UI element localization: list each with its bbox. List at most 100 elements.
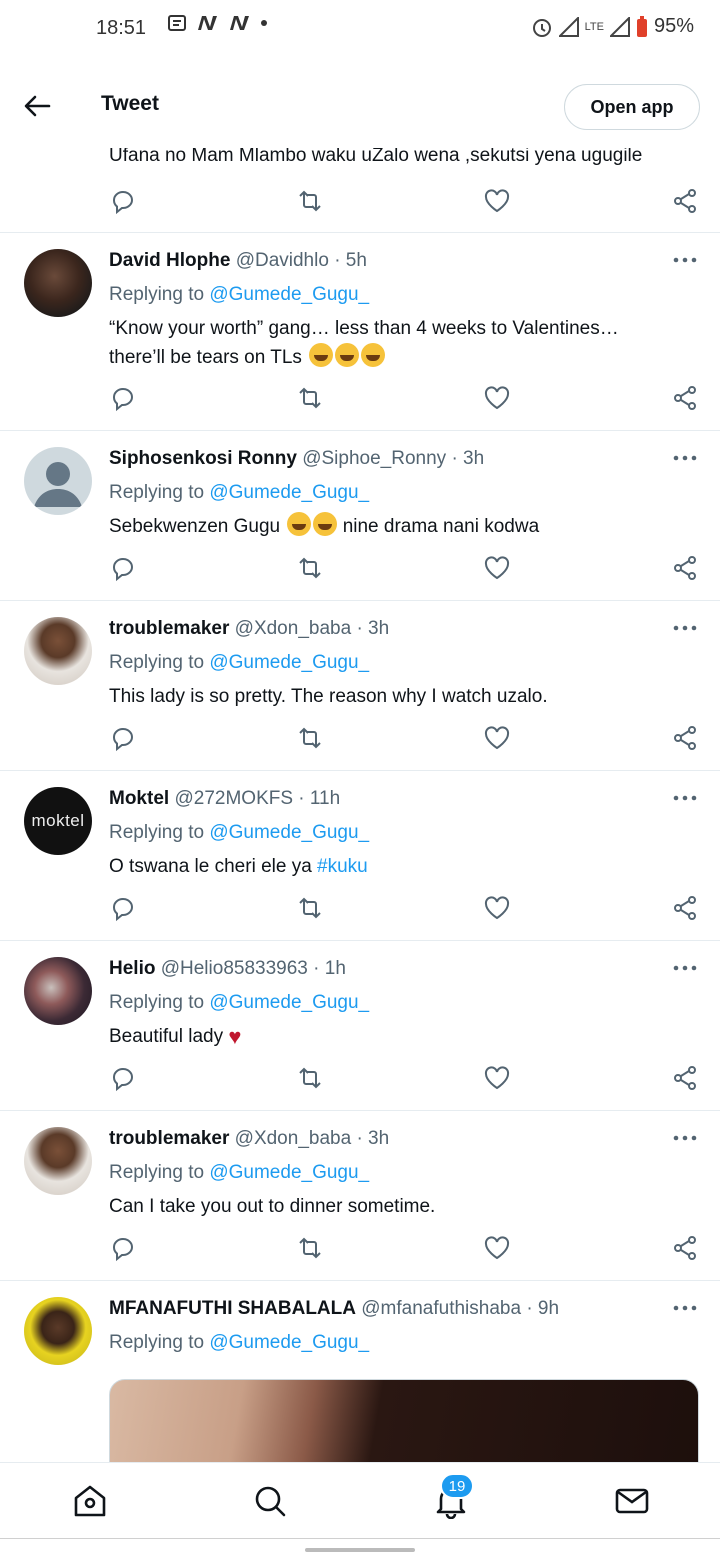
tweet-item[interactable]: MFANAFUTHI SHABALALA @mfanafuthishaba · … [0, 1281, 720, 1462]
tweet-header: troublemaker @Xdon_baba · 3h [109, 618, 669, 640]
retweet-icon[interactable] [296, 724, 324, 752]
avatar[interactable] [24, 957, 92, 1025]
display-name[interactable]: Moktel [109, 788, 169, 809]
partial-tweet[interactable]: Ufana no Mam Mlambo waku uZalo wena ,sek… [0, 135, 720, 233]
notifications-badge: 19 [440, 1473, 474, 1499]
tweet-item[interactable]: troublemaker @Xdon_baba · 3h Replying to… [0, 601, 720, 771]
retweet-icon[interactable] [296, 1064, 324, 1092]
hashtag-link[interactable]: #kuku [317, 856, 368, 877]
tweet-item[interactable]: Helio @Helio85833963 · 1h Replying to @G… [0, 941, 720, 1111]
like-icon[interactable] [483, 724, 511, 752]
user-handle[interactable]: @Davidhlo [236, 250, 329, 271]
user-handle[interactable]: @Helio85833963 [161, 958, 308, 979]
retweet-icon[interactable] [296, 187, 324, 215]
tweet-text: This lady is so pretty. The reason why I… [109, 686, 548, 707]
tweet-item[interactable]: Siphosenkosi Ronny @Siphoe_Ronny · 3h Re… [0, 431, 720, 601]
tweet-item[interactable]: troublemaker @Xdon_baba · 3h Replying to… [0, 1111, 720, 1281]
more-icon[interactable] [672, 453, 698, 463]
reply-icon[interactable] [109, 1234, 137, 1262]
like-icon[interactable] [483, 554, 511, 582]
tweet-item[interactable]: David Hlophe @Davidhlo · 5h Replying to … [0, 233, 720, 431]
retweet-icon[interactable] [296, 894, 324, 922]
home-indicator[interactable] [305, 1548, 415, 1552]
tweet-time: · 5h [334, 250, 367, 271]
display-name[interactable]: David Hlophe [109, 250, 230, 271]
tweet-time: · 3h [451, 448, 485, 469]
retweet-icon[interactable] [296, 1234, 324, 1262]
reply-handle-link[interactable]: @Gumede_Gugu_ [209, 652, 369, 673]
reply-handle-link[interactable]: @Gumede_Gugu_ [209, 1162, 369, 1183]
user-handle[interactable]: @272MOKFS [174, 788, 293, 809]
tweet-media-image[interactable] [109, 1379, 699, 1462]
like-icon[interactable] [483, 187, 511, 215]
tweet-feed[interactable]: Ufana no Mam Mlambo waku uZalo wena ,sek… [0, 0, 720, 1462]
share-icon[interactable] [671, 724, 699, 752]
replying-to-label: Replying to [109, 652, 205, 673]
user-handle[interactable]: @Xdon_baba [235, 618, 352, 639]
tweet-header: MFANAFUTHI SHABALALA @mfanafuthishaba · … [109, 1298, 669, 1320]
avatar[interactable] [24, 1297, 92, 1365]
home-icon[interactable] [72, 1483, 108, 1519]
tweet-text-part: there’ll be tears on TLs [109, 347, 302, 368]
retweet-icon[interactable] [296, 554, 324, 582]
reply-icon[interactable] [109, 384, 137, 412]
reply-icon[interactable] [109, 187, 137, 215]
avatar[interactable] [24, 1127, 92, 1195]
search-icon[interactable] [252, 1483, 288, 1519]
replying-to-label: Replying to [109, 822, 205, 843]
display-name[interactable]: MFANAFUTHI SHABALALA [109, 1298, 356, 1319]
display-name[interactable]: troublemaker [109, 1128, 229, 1149]
avatar[interactable] [24, 617, 92, 685]
reply-handle-link[interactable]: @Gumede_Gugu_ [209, 992, 369, 1013]
user-handle[interactable]: @Siphoe_Ronny [302, 448, 446, 469]
replying-to: Replying to @Gumede_Gugu_ [109, 822, 369, 844]
display-name[interactable]: troublemaker [109, 618, 229, 639]
reply-handle-link[interactable]: @Gumede_Gugu_ [209, 1332, 369, 1353]
share-icon[interactable] [671, 1234, 699, 1262]
user-handle[interactable]: @mfanafuthishaba [361, 1298, 521, 1319]
page-title: Tweet [101, 92, 159, 115]
tweet-actions [0, 894, 720, 924]
share-icon[interactable] [671, 384, 699, 412]
replying-to: Replying to @Gumede_Gugu_ [109, 1162, 369, 1184]
default-avatar[interactable] [24, 447, 92, 515]
laughing-emoji [309, 343, 334, 367]
user-handle[interactable]: @Xdon_baba [235, 1128, 352, 1149]
share-icon[interactable] [671, 187, 699, 215]
like-icon[interactable] [483, 1064, 511, 1092]
share-icon[interactable] [671, 1064, 699, 1092]
reply-icon[interactable] [109, 724, 137, 752]
top-header: Tweet Open app [0, 62, 720, 148]
more-icon[interactable] [672, 793, 698, 803]
like-icon[interactable] [483, 1234, 511, 1262]
like-icon[interactable] [483, 384, 511, 412]
open-app-button[interactable]: Open app [564, 84, 700, 130]
reply-icon[interactable] [109, 894, 137, 922]
tweet-header: Siphosenkosi Ronny @Siphoe_Ronny · 3h [109, 448, 669, 470]
reply-handle-link[interactable]: @Gumede_Gugu_ [209, 822, 369, 843]
avatar[interactable]: moktel [24, 787, 92, 855]
heart-emoji: ♥ [228, 1024, 242, 1049]
more-icon[interactable] [672, 963, 698, 973]
more-icon[interactable] [672, 1303, 698, 1313]
share-icon[interactable] [671, 894, 699, 922]
share-icon[interactable] [671, 554, 699, 582]
replying-to-label: Replying to [109, 1332, 205, 1353]
display-name[interactable]: Helio [109, 958, 155, 979]
messages-icon[interactable] [614, 1483, 650, 1519]
reply-icon[interactable] [109, 1064, 137, 1092]
like-icon[interactable] [483, 894, 511, 922]
avatar[interactable] [24, 249, 92, 317]
retweet-icon[interactable] [296, 384, 324, 412]
display-name[interactable]: Siphosenkosi Ronny [109, 448, 297, 469]
reply-icon[interactable] [109, 554, 137, 582]
tweet-text: Ufana no Mam Mlambo waku uZalo wena ,sek… [109, 145, 643, 166]
reply-handle-link[interactable]: @Gumede_Gugu_ [209, 284, 369, 305]
more-icon[interactable] [672, 1133, 698, 1143]
back-arrow-icon[interactable] [22, 92, 52, 120]
reply-handle-link[interactable]: @Gumede_Gugu_ [209, 482, 369, 503]
more-icon[interactable] [672, 623, 698, 633]
tweet-item[interactable]: moktel Moktel @272MOKFS · 11h Replying t… [0, 771, 720, 941]
avatar-logo-text: moktel [31, 811, 85, 830]
more-icon[interactable] [672, 255, 698, 265]
